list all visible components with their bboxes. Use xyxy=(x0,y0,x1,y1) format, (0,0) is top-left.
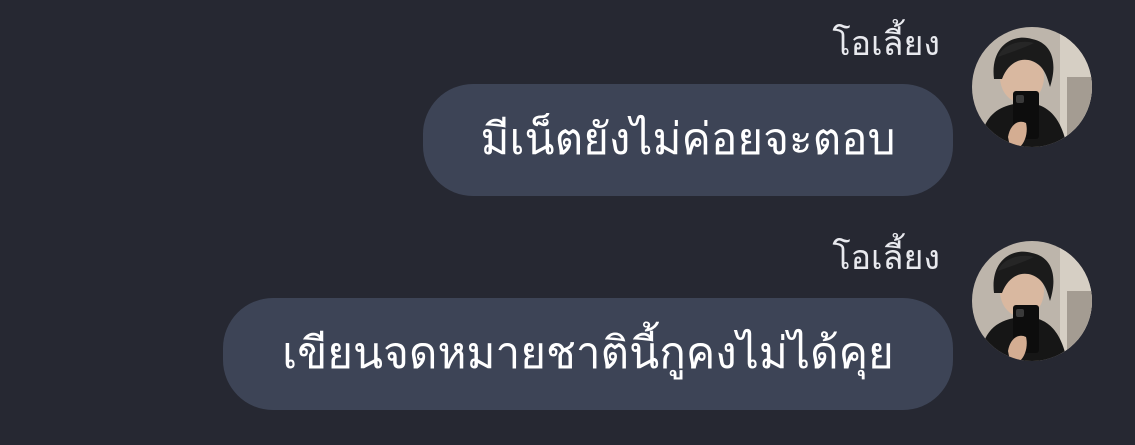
chat-screen: { "messages": [ { "sender": "โอเลี้ยง", … xyxy=(0,0,1135,445)
avatar[interactable] xyxy=(972,241,1092,361)
sender-name: โอเลี้ยง xyxy=(832,24,940,64)
avatar[interactable] xyxy=(972,27,1092,147)
profile-photo-icon xyxy=(972,241,1092,361)
message-bubble[interactable]: มีเน็ตยังไม่ค่อยจะตอบ xyxy=(423,84,953,196)
message-1: โอเลี้ยง มีเน็ตยังไม่ค่อยจะตอบ xyxy=(0,0,1135,210)
sender-name: โอเลี้ยง xyxy=(832,238,940,278)
message-2: โอเลี้ยง เขียนจดหมายชาตินี้กูคงไม่ได้คุย xyxy=(0,215,1135,430)
message-bubble[interactable]: เขียนจดหมายชาตินี้กูคงไม่ได้คุย xyxy=(223,298,953,410)
message-text: เขียนจดหมายชาตินี้กูคงไม่ได้คุย xyxy=(282,328,894,379)
message-text: มีเน็ตยังไม่ค่อยจะตอบ xyxy=(480,114,896,165)
profile-photo-icon xyxy=(972,27,1092,147)
